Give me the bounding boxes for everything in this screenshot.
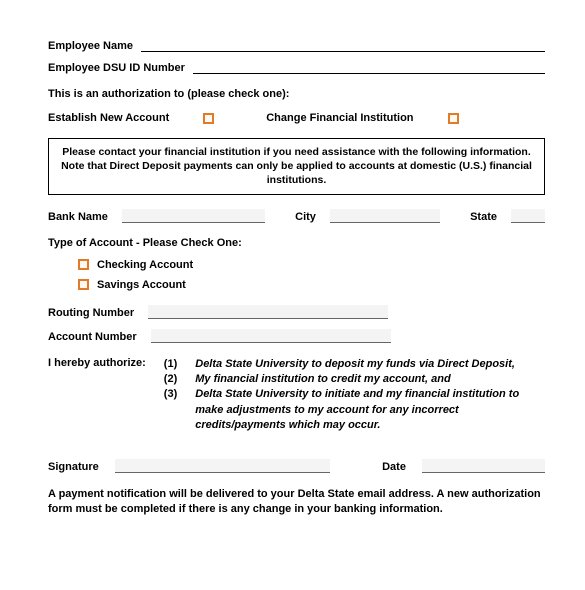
- bank-row: Bank Name City State: [48, 209, 545, 223]
- city-input[interactable]: [330, 209, 440, 223]
- authorize-block: I hereby authorize: (1) (2) (3) Delta St…: [48, 357, 545, 434]
- auth-num-3: (3): [164, 387, 177, 402]
- auth-num-1: (1): [164, 357, 177, 372]
- authorize-numbers: (1) (2) (3): [164, 357, 177, 434]
- date-label: Date: [382, 461, 406, 473]
- employee-id-input[interactable]: [193, 60, 545, 74]
- signature-input[interactable]: [115, 459, 330, 473]
- employee-id-row: Employee DSU ID Number: [48, 60, 545, 74]
- employee-id-label: Employee DSU ID Number: [48, 62, 185, 74]
- date-input[interactable]: [422, 459, 545, 473]
- routing-input[interactable]: [148, 305, 388, 319]
- savings-option: Savings Account: [78, 279, 545, 291]
- auth-text-2: My financial institution to credit my ac…: [195, 372, 545, 387]
- establish-label: Establish New Account: [48, 112, 169, 124]
- state-label: State: [470, 211, 497, 223]
- auth-text-1: Delta State University to deposit my fun…: [195, 357, 545, 372]
- employee-name-input[interactable]: [141, 38, 545, 52]
- footer-note: A payment notification will be delivered…: [48, 487, 545, 517]
- employee-name-row: Employee Name: [48, 38, 545, 52]
- auth-num-2: (2): [164, 372, 177, 387]
- routing-label: Routing Number: [48, 307, 134, 319]
- state-input[interactable]: [511, 209, 545, 223]
- checking-checkbox[interactable]: [78, 259, 89, 270]
- authorization-prompt: This is an authorization to (please chec…: [48, 88, 545, 100]
- authorize-label: I hereby authorize:: [48, 357, 146, 434]
- auth-text-3: Delta State University to initiate and m…: [195, 387, 545, 433]
- routing-row: Routing Number: [48, 305, 545, 319]
- bank-label: Bank Name: [48, 211, 108, 223]
- signature-row: Signature Date: [48, 459, 545, 473]
- change-label: Change Financial Institution: [266, 112, 413, 124]
- bank-input[interactable]: [122, 209, 265, 223]
- checking-option: Checking Account: [78, 259, 545, 271]
- account-input[interactable]: [151, 329, 391, 343]
- auth-type-row: Establish New Account Change Financial I…: [48, 112, 545, 124]
- savings-checkbox[interactable]: [78, 279, 89, 290]
- signature-label: Signature: [48, 461, 99, 473]
- employee-name-label: Employee Name: [48, 40, 133, 52]
- city-label: City: [295, 211, 316, 223]
- savings-label: Savings Account: [97, 279, 186, 291]
- notice-box: Please contact your financial institutio…: [48, 138, 545, 195]
- checking-label: Checking Account: [97, 259, 193, 271]
- account-label: Account Number: [48, 331, 137, 343]
- account-row: Account Number: [48, 329, 545, 343]
- authorize-text: Delta State University to deposit my fun…: [195, 357, 545, 434]
- account-type-label: Type of Account - Please Check One:: [48, 237, 545, 249]
- change-checkbox[interactable]: [448, 113, 459, 124]
- form-page: Employee Name Employee DSU ID Number Thi…: [0, 0, 585, 547]
- establish-checkbox[interactable]: [203, 113, 214, 124]
